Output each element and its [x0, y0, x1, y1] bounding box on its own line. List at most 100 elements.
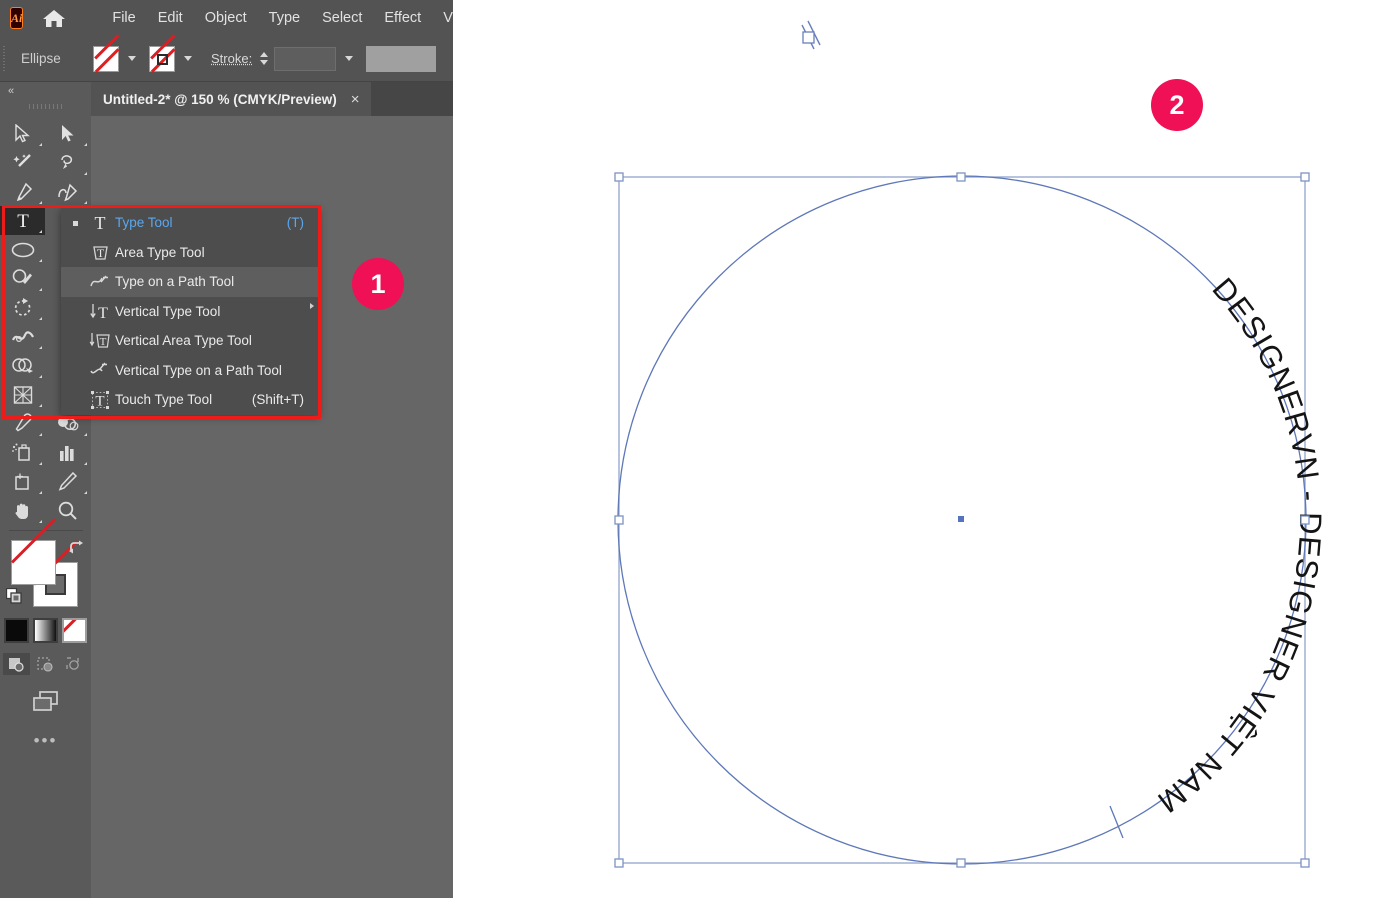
svg-text:T: T: [98, 305, 108, 321]
menu-item-type[interactable]: Type: [258, 6, 311, 30]
eyedropper-icon: [15, 413, 32, 432]
gradient-swatch-button[interactable]: [33, 618, 58, 643]
artboard-canvas[interactable]: DESIGNERVN - DESIGNER VIỆT NAM: [453, 0, 1400, 898]
fill-color-swatch[interactable]: [93, 33, 120, 72]
fill-stroke-controls: [0, 518, 91, 614]
handle-top-left[interactable]: [614, 172, 624, 182]
tool-magic-wand-tool[interactable]: [0, 148, 45, 177]
tool-artboard-tool[interactable]: [0, 467, 45, 496]
tool-corner-marker: [84, 491, 87, 494]
menu-item-view[interactable]: View: [432, 6, 453, 30]
vertical-type-icon: T: [85, 302, 115, 321]
handle-middle-right[interactable]: [1300, 515, 1310, 525]
tool-corner-marker: [84, 201, 87, 204]
path-type-text[interactable]: DESIGNERVN - DESIGNER VIỆT NAM: [1151, 271, 1329, 820]
tool-column-graph-tool[interactable]: [45, 438, 90, 467]
paintbrush-icon: [12, 268, 32, 284]
close-icon[interactable]: ×: [351, 91, 360, 108]
illustrator-logo-icon[interactable]: Ai: [10, 7, 24, 29]
tool-width-tool[interactable]: [0, 322, 45, 351]
annotation-badge-1: 1: [352, 258, 404, 310]
tool-rotate-tool[interactable]: [0, 293, 45, 322]
tool-shape-builder-tool[interactable]: [0, 351, 45, 380]
selection-arrow-icon: [15, 124, 30, 143]
flyout-label-vertical-type-on-a-path-tool: Vertical Type on a Path Tool: [115, 362, 282, 378]
type-path-end-bracket[interactable]: [1109, 805, 1124, 839]
flyout-item-touch-type-tool[interactable]: T Touch Type Tool (Shift+T): [61, 385, 319, 415]
handle-bottom-right[interactable]: [1300, 858, 1310, 868]
tool-corner-marker: [39, 230, 42, 233]
annotation-badge-2: 2: [1151, 79, 1203, 131]
fill-dropdown-caret[interactable]: [121, 46, 143, 72]
tool-slice-tool[interactable]: [45, 467, 90, 496]
document-tab[interactable]: Untitled-2* @ 150 % (CMYK/Preview) ×: [91, 82, 372, 116]
tool-corner-marker: [39, 491, 42, 494]
bar-chart-icon: [59, 445, 74, 461]
toolbar-grip[interactable]: [28, 99, 63, 113]
draw-behind-mode-button[interactable]: [32, 653, 59, 675]
none-swatch-button[interactable]: [62, 618, 87, 643]
home-icon[interactable]: [41, 7, 67, 29]
stroke-dropdown-caret[interactable]: [177, 46, 199, 72]
tool-lasso-tool[interactable]: [45, 148, 90, 177]
flyout-shortcut-touch-type-tool: (Shift+T): [251, 392, 304, 408]
stroke-weight-dropdown-caret[interactable]: [338, 46, 360, 72]
draw-inside-mode-button[interactable]: [61, 653, 88, 675]
perspective-grid-icon: [13, 385, 32, 404]
menu-items: File Edit Object Type Select Effect View: [101, 6, 453, 30]
selected-object-label: Ellipse: [21, 51, 61, 66]
stroke-color-swatch[interactable]: [149, 33, 176, 72]
flyout-item-type-on-a-path-tool[interactable]: Type on a Path Tool: [61, 267, 319, 297]
magic-wand-icon: [13, 154, 31, 167]
swap-fill-stroke-icon[interactable]: [68, 540, 85, 561]
tool-perspective-grid-tool[interactable]: [0, 380, 45, 409]
color-swatch-button[interactable]: [4, 618, 29, 643]
tool-curvature-tool[interactable]: [45, 177, 90, 206]
handle-top-right[interactable]: [1300, 172, 1310, 182]
flyout-label-area-type-tool: Area Type Tool: [115, 244, 205, 260]
menu-item-effect[interactable]: Effect: [373, 6, 432, 30]
handle-bottom-center[interactable]: [956, 858, 966, 868]
edit-toolbar-button[interactable]: •••: [0, 731, 91, 751]
handle-top-center[interactable]: [956, 172, 966, 182]
toolbar-collapse-button[interactable]: «: [0, 82, 91, 97]
document-tab-bar: Untitled-2* @ 150 % (CMYK/Preview) ×: [91, 82, 453, 116]
flyout-item-area-type-tool[interactable]: T Area Type Tool: [61, 238, 319, 268]
tool-type-tool[interactable]: T: [0, 206, 45, 235]
flyout-item-vertical-area-type-tool[interactable]: T Vertical Area Type Tool: [61, 326, 319, 356]
tool-eyedropper-tool[interactable]: [0, 409, 45, 438]
flyout-item-vertical-type-on-a-path-tool[interactable]: Vertical Type on a Path Tool: [61, 356, 319, 386]
menu-item-object[interactable]: Object: [194, 6, 258, 30]
flyout-label-touch-type-tool: Touch Type Tool: [115, 392, 213, 408]
control-bar: Ellipse Stroke:: [0, 33, 453, 82]
screen-mode-button[interactable]: [0, 689, 91, 713]
flyout-item-type-tool[interactable]: T Type Tool (T): [61, 208, 319, 238]
type-on-path-icon: [85, 273, 115, 291]
chevron-down-icon: [128, 56, 136, 61]
none-slash-icon: [10, 518, 56, 564]
stroke-profile-dropdown[interactable]: [366, 45, 437, 72]
type-path-start-bracket[interactable]: [801, 20, 821, 50]
draw-normal-mode-button[interactable]: [3, 653, 30, 675]
tool-symbol-sprayer-tool[interactable]: [0, 438, 45, 467]
flyout-item-vertical-type-tool[interactable]: T Vertical Type Tool: [61, 297, 319, 327]
stroke-weight-input[interactable]: [274, 46, 337, 71]
menu-item-select[interactable]: Select: [311, 6, 373, 30]
tool-hand-tool[interactable]: [0, 496, 45, 525]
handle-bottom-left[interactable]: [614, 858, 624, 868]
default-fill-stroke-icon[interactable]: [5, 587, 24, 611]
stroke-weight-label[interactable]: Stroke:: [211, 51, 252, 66]
control-bar-grip[interactable]: [3, 45, 9, 72]
svg-text:T: T: [17, 211, 29, 231]
tool-paintbrush-tool[interactable]: [0, 264, 45, 293]
tool-pen-tool[interactable]: [0, 177, 45, 206]
menu-item-edit[interactable]: Edit: [147, 6, 194, 30]
tool-selection-tool[interactable]: [0, 119, 45, 148]
canvas-vector-content: DESIGNERVN - DESIGNER VIỆT NAM: [614, 20, 1329, 868]
stroke-weight-stepper[interactable]: [260, 52, 269, 65]
tool-ellipse-tool[interactable]: [0, 235, 45, 264]
toolbar-fill-swatch[interactable]: [10, 518, 56, 585]
menu-item-file[interactable]: File: [101, 6, 146, 30]
tool-direct-selection-tool[interactable]: [45, 119, 90, 148]
handle-middle-left[interactable]: [614, 515, 624, 525]
